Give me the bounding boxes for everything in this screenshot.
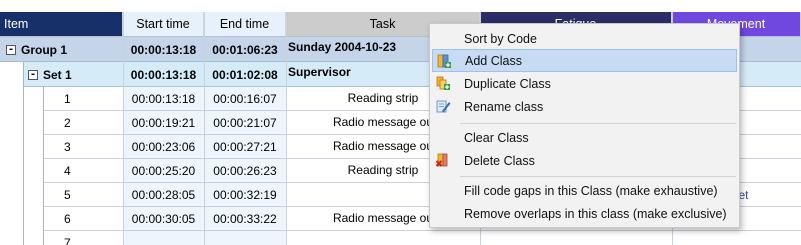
menu-item-sort-by-code[interactable]: Sort by Code (432, 27, 737, 50)
group-end-cell[interactable]: 00:01:06:23 (204, 37, 286, 62)
collapse-set-icon[interactable]: - (28, 69, 38, 80)
start-time-cell[interactable]: 00:00:23:06 (123, 135, 204, 159)
item-cell[interactable]: 2 (44, 111, 123, 135)
menu-item-rename-class[interactable]: Rename class (432, 95, 737, 118)
rename-class-icon (436, 100, 451, 113)
menu-item-label: Sort by Code (464, 31, 537, 46)
set-task: Supervisor (288, 65, 351, 79)
grid-line (204, 12, 205, 245)
start-time-cell[interactable]: 00:00:25:20 (123, 159, 204, 183)
item-cell[interactable]: 5 (44, 183, 123, 207)
item-value: 1 (64, 92, 71, 106)
movement-cell[interactable] (672, 231, 801, 245)
task-value: Reading strip (347, 91, 419, 105)
item-value: 7 (64, 236, 71, 245)
item-value: 2 (64, 116, 71, 130)
column-header-item[interactable]: Item (0, 12, 123, 37)
item-cell[interactable]: 7 (44, 231, 123, 245)
start-time-cell[interactable]: 00:00:30:05 (123, 207, 204, 231)
item-value: 5 (64, 188, 71, 202)
menu-separator (460, 176, 736, 177)
end-time-cell[interactable]: 00:00:26:23 (204, 159, 286, 183)
task-value: Radio message ou (332, 211, 434, 225)
group-task: Sunday 2004-10-23 (288, 40, 397, 54)
end-time-value: 00:00:32:19 (213, 188, 277, 202)
menu-item-clear-class[interactable]: Clear Class (432, 126, 737, 149)
group-name-cell[interactable]: - Group 1 (6, 37, 123, 62)
indent-column (24, 87, 44, 245)
menu-item-add-class[interactable]: Add Class (432, 49, 737, 72)
menu-item-label: Fill code gaps in this Class (make exhau… (464, 183, 718, 198)
collapse-group-icon[interactable]: - (6, 44, 16, 55)
set-start-time: 00:00:13:18 (130, 67, 197, 82)
end-time-value: 00:00:27:21 (213, 140, 277, 154)
menu-item-label: Rename class (464, 99, 544, 114)
group-end-time: 00:01:06:23 (212, 42, 278, 57)
menu-item-label: Duplicate Class (464, 76, 551, 91)
item-cell[interactable]: 4 (44, 159, 123, 183)
start-time-cell[interactable] (123, 231, 204, 245)
set-name: Set 1 (43, 67, 72, 82)
menu-item-duplicate-class[interactable]: Duplicate Class (432, 72, 737, 95)
task-value: Radio message ou (332, 115, 434, 129)
end-time-cell[interactable]: 00:00:16:07 (204, 87, 286, 111)
menu-item-label: Clear Class (464, 130, 529, 145)
duplicate-class-icon (436, 76, 450, 90)
menu-item-fill-code-gaps[interactable]: Fill code gaps in this Class (make exhau… (432, 179, 737, 202)
item-cell[interactable]: 6 (44, 207, 123, 231)
delete-class-icon (435, 153, 448, 167)
menu-item-remove-overlaps[interactable]: Remove overlaps in this class (make excl… (432, 202, 737, 225)
item-value: 6 (64, 212, 71, 226)
indent-column (0, 62, 24, 245)
task-cell[interactable] (286, 231, 480, 245)
menu-item-delete-class[interactable]: Delete Class (432, 149, 737, 172)
item-value: 4 (64, 164, 71, 178)
end-time-value: 00:00:33:22 (213, 212, 277, 226)
start-time-value: 00:00:23:06 (131, 140, 196, 154)
start-time-value: 00:00:30:05 (131, 212, 196, 226)
end-time-cell[interactable] (204, 231, 286, 245)
end-time-cell[interactable]: 00:00:32:19 (204, 183, 286, 207)
context-menu: Sort by Code Add Class Duplicate Class R… (429, 23, 740, 228)
item-cell[interactable]: 3 (44, 135, 123, 159)
column-header-start-time[interactable]: Start time (123, 12, 204, 37)
column-header-end-time-label: End time (219, 17, 270, 31)
end-time-value: 00:00:21:07 (213, 116, 277, 130)
group-start-time: 00:00:13:18 (130, 42, 197, 57)
menu-item-label: Delete Class (464, 153, 535, 168)
end-time-cell[interactable]: 00:00:27:21 (204, 135, 286, 159)
end-time-value: 00:00:26:23 (213, 164, 277, 178)
menu-item-label: Add Class (465, 53, 522, 68)
set-end-cell[interactable]: 00:01:02:08 (204, 62, 286, 87)
fatigue-cell[interactable] (480, 231, 672, 245)
grid-line (123, 12, 124, 245)
start-time-cell[interactable]: 00:00:13:18 (123, 87, 204, 111)
start-time-value: 00:00:19:21 (131, 116, 196, 130)
menu-separator (460, 123, 736, 124)
column-header-item-label: Item (4, 17, 29, 31)
task-value: Reading strip (347, 163, 419, 177)
column-header-task-label: Task (369, 17, 396, 31)
end-time-cell[interactable]: 00:00:33:22 (204, 207, 286, 231)
column-header-end-time[interactable]: End time (204, 12, 286, 37)
end-time-value: 00:00:16:07 (213, 92, 277, 106)
item-value: 3 (64, 140, 71, 154)
add-class-icon (437, 54, 451, 68)
menu-item-label: Remove overlaps in this class (make excl… (464, 206, 727, 221)
start-time-cell[interactable]: 00:00:19:21 (123, 111, 204, 135)
task-value: Radio message ou (332, 139, 434, 153)
set-name-cell[interactable]: - Set 1 (28, 62, 123, 87)
set-start-cell[interactable]: 00:00:13:18 (123, 62, 204, 87)
start-time-value: 00:00:28:05 (131, 188, 196, 202)
group-name: Group 1 (21, 42, 68, 57)
column-header-start-time-label: Start time (136, 17, 190, 31)
set-end-time: 00:01:02:08 (212, 67, 278, 82)
start-time-value: 00:00:13:18 (131, 92, 196, 106)
end-time-cell[interactable]: 00:00:21:07 (204, 111, 286, 135)
start-time-cell[interactable]: 00:00:28:05 (123, 183, 204, 207)
start-time-value: 00:00:25:20 (131, 164, 196, 178)
item-cell[interactable]: 1 (44, 87, 123, 111)
grid-line (286, 12, 287, 245)
group-start-cell[interactable]: 00:00:13:18 (123, 37, 204, 62)
